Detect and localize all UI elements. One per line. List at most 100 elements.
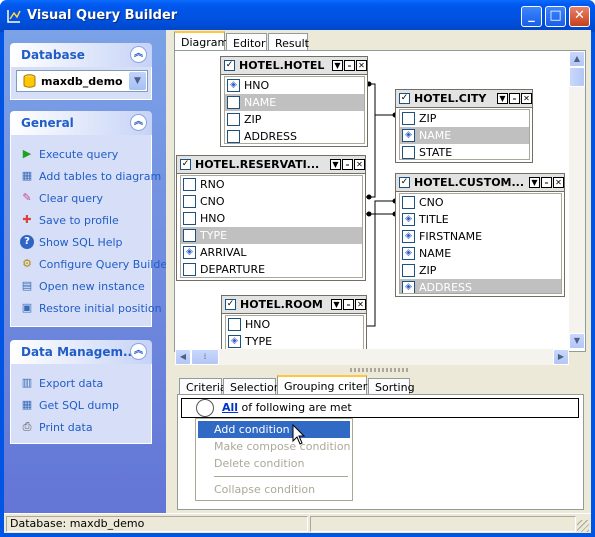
key-icon[interactable]: ◈ [228,335,241,348]
checkbox-icon[interactable] [183,263,196,276]
field-row[interactable]: ADDRESS [225,128,364,143]
minimize-icon[interactable]: – [344,60,355,71]
field-row[interactable]: ◈ HNO [225,77,364,94]
minimize-icon[interactable]: – [509,93,520,104]
dropdown-icon[interactable]: ▼ [497,93,508,104]
checkbox-icon[interactable] [228,318,241,331]
checkbox-icon[interactable]: ✓ [180,159,191,170]
table-hotel-city[interactable]: ✓ HOTEL.CITY ▼ – ✕ ZIP ◈ NAME STATE [395,89,533,163]
dropdown-icon[interactable]: ▼ [529,177,540,188]
close-button[interactable]: ✕ [569,6,590,27]
field-row[interactable]: ◈ ADDRESS [400,279,561,293]
checkbox-icon[interactable] [227,113,240,126]
field-row[interactable]: ZIP [400,110,529,127]
show-sql-help-link[interactable]: ? Show SQL Help [20,233,123,251]
tab-result[interactable]: Result [268,33,309,51]
checkbox-icon[interactable] [183,229,196,242]
field-row[interactable]: DEPARTURE [181,261,362,277]
menu-collapse-condition[interactable]: Collapse condition [198,481,350,498]
field-row[interactable]: CNO [181,193,362,210]
diagram-horizontal-scrollbar[interactable]: ◀ ⁞ ▶ [175,349,569,365]
add-tables-link[interactable]: ▦ Add tables to diagram [20,167,161,185]
tab-editor[interactable]: Editor [226,33,267,51]
table-header[interactable]: ✓ HOTEL.ROOM ▼ – ✕ [222,296,366,314]
key-icon[interactable]: ◈ [402,129,415,142]
key-icon[interactable]: ◈ [227,79,240,92]
scroll-up-icon[interactable]: ▲ [569,51,585,67]
title-bar[interactable]: Visual Query Builder _ □ ✕ [0,0,595,32]
pane-splitter[interactable] [350,368,410,372]
database-select[interactable]: maxdb_demo ▼ [16,70,148,92]
checkbox-icon[interactable] [183,195,196,208]
checkbox-icon[interactable] [402,112,415,125]
checkbox-icon[interactable] [402,264,415,277]
field-row[interactable]: ◈ ARRIVAL [181,244,362,261]
table-hotel-customer[interactable]: ✓ HOTEL.CUSTOM... ▼ – ✕ CNO ◈ TITLE ◈ FIRS… [395,173,565,297]
collapse-icon[interactable]: ︽ [130,343,147,360]
diagram-canvas[interactable]: ✓ HOTEL.HOTEL ▼ – ✕ ◈ HNO NAME ZIP ADDRES… [175,51,569,349]
table-hotel-hotel[interactable]: ✓ HOTEL.HOTEL ▼ – ✕ ◈ HNO NAME ZIP ADDRES… [220,56,368,147]
checkbox-icon[interactable]: ✓ [399,93,410,104]
field-row[interactable]: RNO [181,176,362,193]
scroll-left-icon[interactable]: ◀ [175,349,191,365]
field-row[interactable]: ZIP [400,262,561,279]
table-header[interactable]: ✓ HOTEL.RESERVATI... ▼ – ✕ [177,156,365,174]
close-icon[interactable]: ✕ [521,93,532,104]
key-icon[interactable]: ◈ [183,246,196,259]
chevron-down-icon[interactable]: ▼ [129,72,146,90]
open-new-instance-link[interactable]: ▤ Open new instance [20,277,145,295]
get-sql-dump-link[interactable]: ▦ Get SQL dump [20,396,119,414]
key-icon[interactable]: ◈ [402,281,415,293]
checkbox-icon[interactable]: ✓ [399,177,410,188]
dropdown-icon[interactable]: ▼ [332,60,343,71]
field-row[interactable]: ZIP [225,111,364,128]
menu-add-condition[interactable]: Add condition [198,421,350,438]
checkbox-icon[interactable] [402,196,415,209]
field-row[interactable]: ◈ TITLE [400,211,561,228]
field-row[interactable]: ◈ NAME [400,245,561,262]
field-row[interactable]: TYPE [181,227,362,244]
scroll-down-icon[interactable]: ▼ [569,333,585,349]
checkbox-icon[interactable] [227,96,240,109]
condition-circle-icon[interactable] [196,399,214,417]
key-icon[interactable]: ◈ [402,213,415,226]
minimize-icon[interactable]: – [541,177,552,188]
table-hotel-room[interactable]: ✓ HOTEL.ROOM ▼ – ✕ HNO ◈ TYPE [221,295,367,349]
clear-query-link[interactable]: ✎ Clear query [20,189,103,207]
table-header[interactable]: ✓ HOTEL.CITY ▼ – ✕ [396,90,532,108]
tab-selection[interactable]: Selection [223,378,281,395]
maximize-button[interactable]: □ [545,6,566,27]
field-row[interactable]: NAME [225,94,364,111]
key-icon[interactable]: ◈ [402,247,415,260]
menu-make-compose-condition[interactable]: Make compose condition [198,438,351,455]
restore-initial-position-link[interactable]: ▣ Restore initial position [20,299,162,317]
table-hotel-reservation[interactable]: ✓ HOTEL.RESERVATI... ▼ – ✕ RNO CNO HNO T… [176,155,366,281]
field-row[interactable]: ◈ FIRSTNAME [400,228,561,245]
execute-query-link[interactable]: ▶ Execute query [20,145,118,163]
scroll-thumb[interactable] [569,67,585,87]
tab-criteria[interactable]: Criteria [179,378,227,395]
checkbox-icon[interactable] [183,212,196,225]
checkbox-icon[interactable]: ✓ [224,60,235,71]
export-data-link[interactable]: ▥ Export data [20,374,103,392]
field-row[interactable]: HNO [226,316,363,333]
close-icon[interactable]: ✕ [553,177,564,188]
field-row[interactable]: ◈ TYPE [226,333,363,349]
dropdown-icon[interactable]: ▼ [331,299,342,310]
database-group-header[interactable]: Database ︽ [10,43,152,67]
all-link[interactable]: All [222,401,238,414]
checkbox-icon[interactable] [183,178,196,191]
collapse-icon[interactable]: ︽ [130,46,147,63]
save-to-profile-link[interactable]: ✚ Save to profile [20,211,118,229]
field-row[interactable]: STATE [400,144,529,159]
minimize-icon[interactable]: – [342,159,353,170]
checkbox-icon[interactable]: ✓ [225,299,236,310]
configure-query-builder-link[interactable]: ⚙ Configure Query Builder [20,255,172,273]
scroll-right-icon[interactable]: ▶ [553,349,569,365]
dropdown-icon[interactable]: ▼ [330,159,341,170]
resize-grip-icon[interactable] [577,520,589,532]
checkbox-icon[interactable] [227,130,240,143]
data-management-group-header[interactable]: Data Managem... ︽ [10,340,152,364]
tab-grouping-criteria[interactable]: Grouping criteria [277,375,377,395]
table-header[interactable]: ✓ HOTEL.HOTEL ▼ – ✕ [221,57,367,75]
